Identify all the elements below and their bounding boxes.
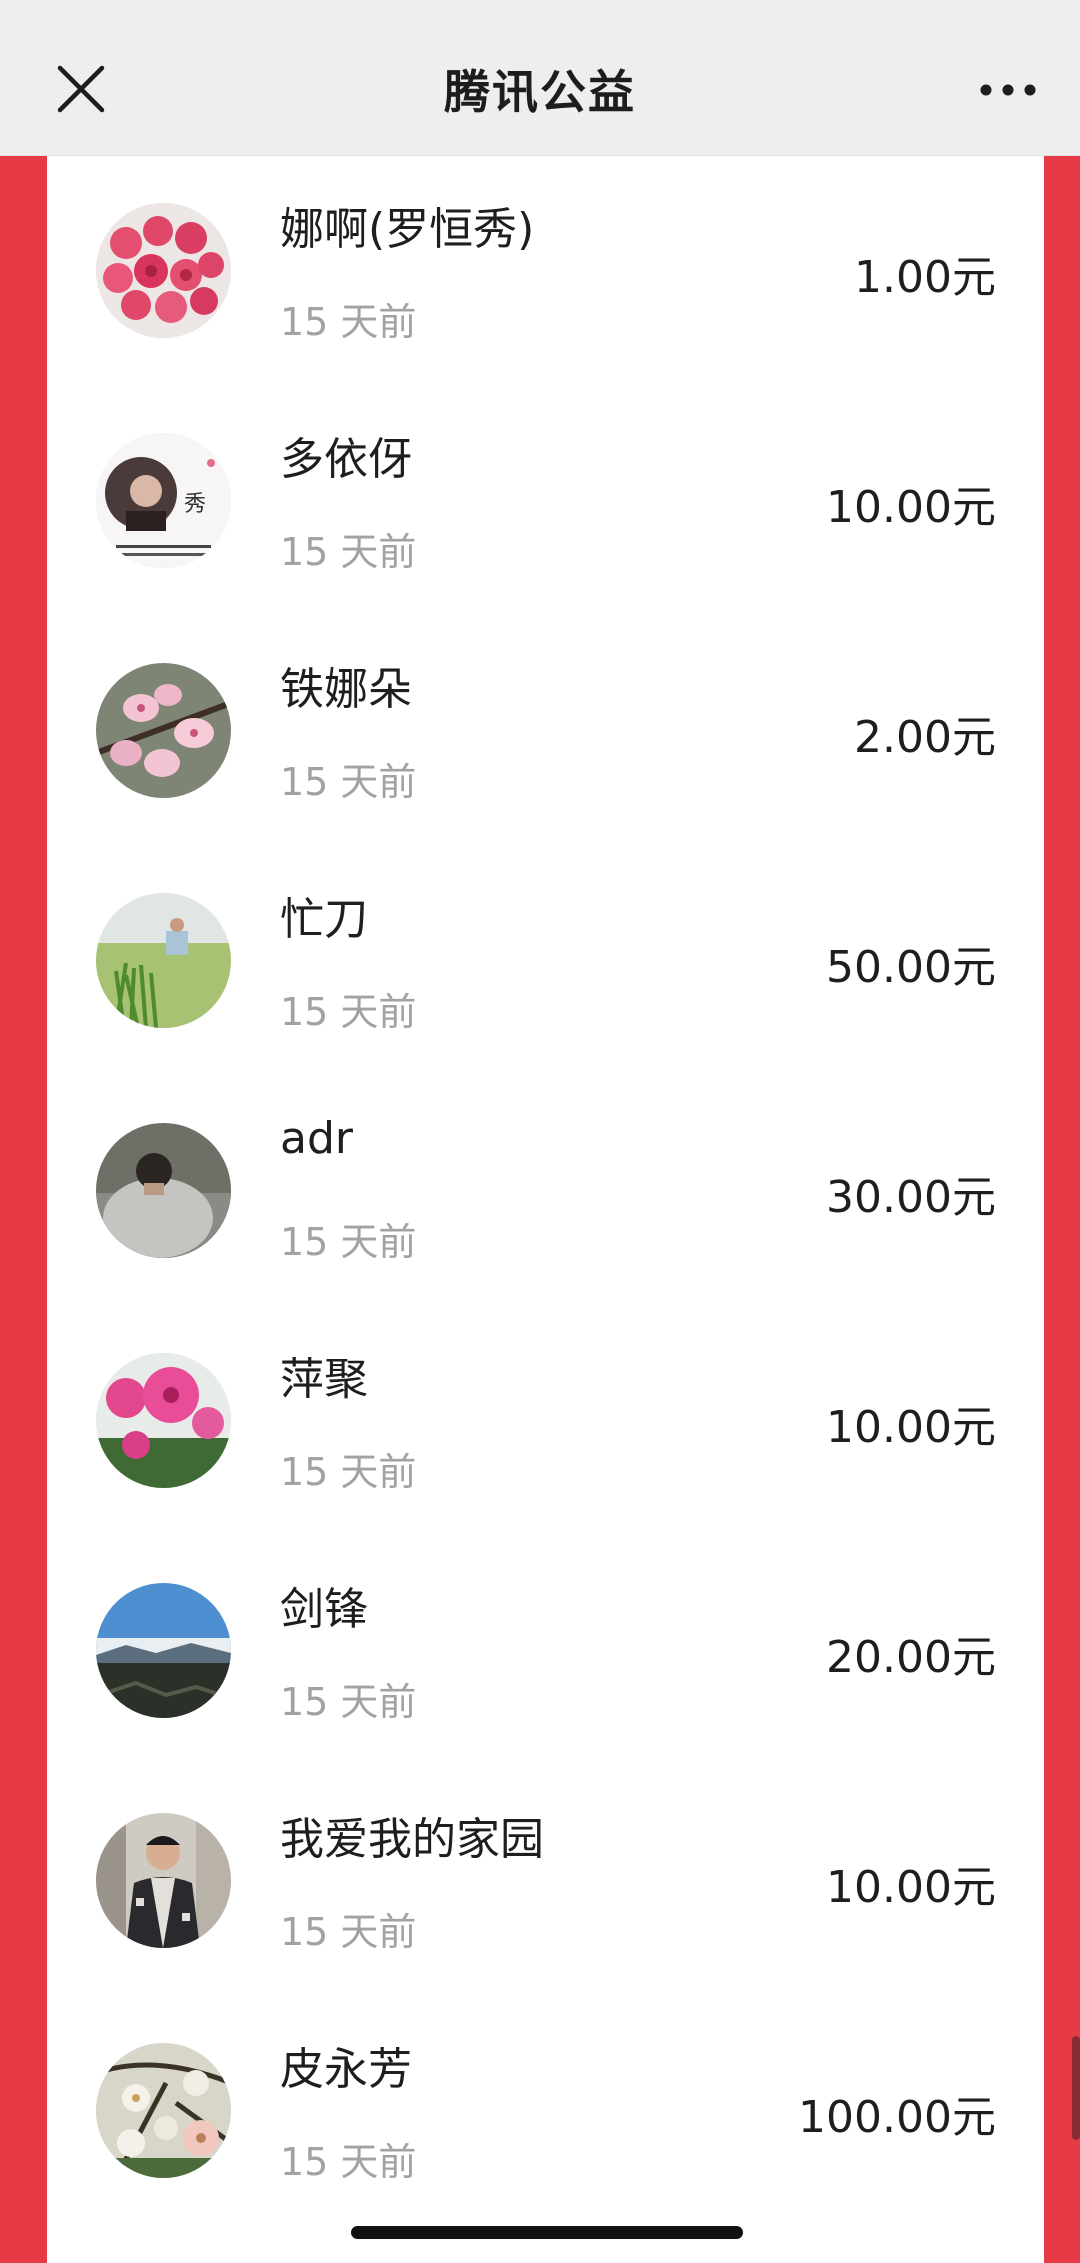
grass-field-avatar [96, 893, 231, 1028]
white-flowers-avatar [96, 2043, 231, 2178]
donor-name: 我爱我的家园 [280, 1814, 544, 1865]
donor-name: 皮永芳 [280, 2044, 412, 2095]
woman-portrait-avatar: 秀 [96, 433, 231, 568]
svg-text:秀: 秀 [184, 492, 206, 517]
donor-item[interactable]: adr 15 天前 30.00元 [47, 1075, 1044, 1305]
donor-item[interactable]: 萍聚 15 天前 10.00元 [47, 1305, 1044, 1535]
scrollbar-thumb[interactable] [1072, 2036, 1080, 2140]
navigation-bar: 腾讯公益 [0, 0, 1080, 156]
page-title: 腾讯公益 [444, 65, 636, 119]
donor-name: 忙刀 [280, 894, 368, 945]
donor-name: 铁娜朵 [280, 664, 412, 715]
donor-name: 娜啊(罗恒秀) [280, 204, 535, 255]
donation-time: 15 天前 [280, 530, 417, 574]
man-portrait-avatar [96, 1813, 231, 1948]
person-back-avatar [96, 1123, 231, 1258]
more-button[interactable] [978, 72, 1038, 108]
donor-item[interactable]: 铁娜朵 15 天前 2.00元 [47, 615, 1044, 845]
donor-name: 萍聚 [280, 1354, 368, 1405]
donation-amount: 100.00元 [798, 2092, 996, 2143]
donation-time: 15 天前 [280, 760, 417, 804]
donation-time: 15 天前 [280, 990, 417, 1034]
donation-time: 15 天前 [280, 1450, 417, 1494]
donation-time: 15 天前 [280, 300, 417, 344]
donor-item[interactable]: 剑锋 15 天前 20.00元 [47, 1535, 1044, 1765]
donation-time: 15 天前 [280, 1220, 417, 1264]
donor-name: adr [280, 1113, 353, 1164]
mountain-lake-avatar [96, 1583, 231, 1718]
peach-blossom-avatar [96, 663, 231, 798]
donation-time: 15 天前 [280, 1910, 417, 1954]
donation-time: 15 天前 [280, 1680, 417, 1724]
page: 腾讯公益 娜啊(罗恒秀) 15 天前 1.00元 秀 多依伢 15 天前 10.… [0, 0, 1080, 2263]
donation-amount: 20.00元 [826, 1632, 996, 1683]
pink-roses-avatar [96, 203, 231, 338]
pink-azalea-avatar [96, 1353, 231, 1488]
donation-amount: 30.00元 [826, 1172, 996, 1223]
donor-item[interactable]: 我爱我的家园 15 天前 10.00元 [47, 1765, 1044, 1995]
donor-list: 娜啊(罗恒秀) 15 天前 1.00元 秀 多依伢 15 天前 10.00元 铁… [47, 155, 1044, 2263]
donor-item[interactable]: 皮永芳 15 天前 100.00元 [47, 1995, 1044, 2225]
donor-name: 多依伢 [280, 434, 412, 485]
donation-time: 15 天前 [280, 2140, 417, 2184]
donor-item[interactable]: 娜啊(罗恒秀) 15 天前 1.00元 [47, 155, 1044, 385]
donation-amount: 2.00元 [854, 712, 996, 763]
donor-item[interactable]: 秀 多依伢 15 天前 10.00元 [47, 385, 1044, 615]
donor-name: 剑锋 [280, 1584, 368, 1635]
donation-amount: 50.00元 [826, 942, 996, 993]
home-indicator[interactable] [351, 2226, 743, 2239]
donation-amount: 10.00元 [826, 482, 996, 533]
donor-item[interactable]: 忙刀 15 天前 50.00元 [47, 845, 1044, 1075]
donation-amount: 10.00元 [826, 1402, 996, 1453]
donation-amount: 1.00元 [854, 252, 996, 303]
donation-amount: 10.00元 [826, 1862, 996, 1913]
more-dots-icon [980, 84, 1036, 96]
